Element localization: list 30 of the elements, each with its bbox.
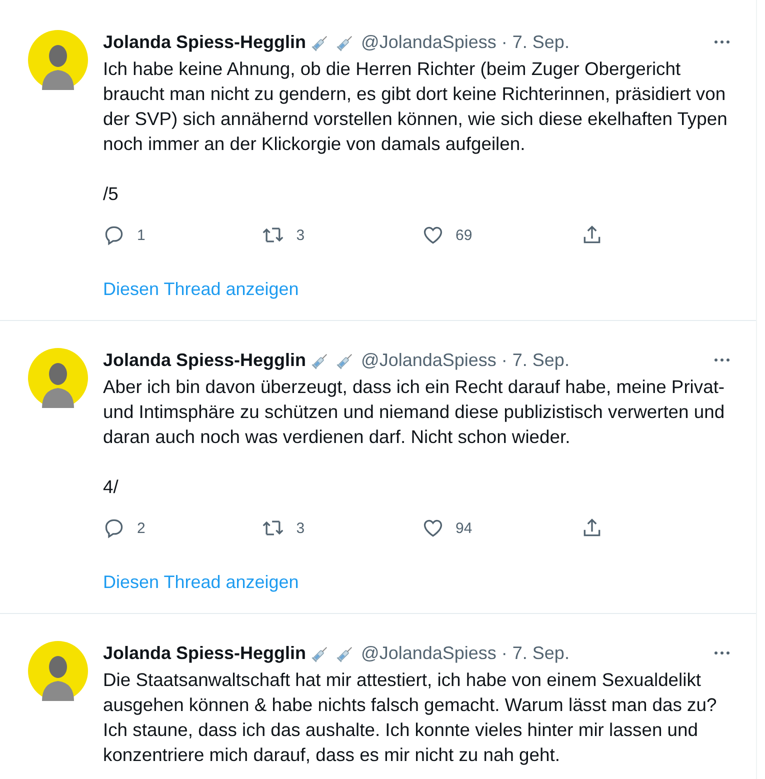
reply-icon[interactable]	[103, 224, 125, 246]
user-handle[interactable]: @JolandaSpiess	[361, 642, 496, 664]
tweet-date[interactable]: · 7. Sep.	[501, 642, 570, 664]
tweet-text: Die Staatsanwaltschaft hat mir attestiert, ich habe von einem Sexualdelikt ausgehen können & habe nichts falsch gemacht. Warum lässt man das zu? Ich staune, dass ich das aushalte. Ich konnte vieles hinter mir lassen und konzentriere mich darauf, dass es mir nicht zu nah geht.	[103, 668, 718, 767]
user-handle[interactable]: @JolandaSpiess	[361, 350, 496, 370]
reply-count: 1	[137, 226, 146, 244]
user-name[interactable]: Jolanda Spiess-Hegglin	[103, 642, 306, 664]
like-count: 94	[456, 520, 472, 536]
retweet-count: 3	[296, 520, 305, 536]
tweet-date[interactable]: · 7. Sep.	[501, 32, 570, 52]
avatar[interactable]	[28, 348, 88, 408]
tweet-text: 4/	[103, 475, 120, 499]
avatar[interactable]	[28, 30, 88, 90]
more-icon[interactable]	[714, 651, 730, 655]
reply-count: 2	[137, 520, 146, 536]
user-name[interactable]: Jolanda Spiess-Hegglin	[103, 32, 306, 52]
tweet-text: Aber ich bin davon überzeugt, dass ich ein Recht darauf habe, meine Privat- und Intimsphäre zu schützen und niemand diese publizistisch verwerten und daran auch noch was verdienen darf. Nicht schon wieder.	[103, 375, 726, 449]
avatar[interactable]	[28, 641, 88, 701]
more-icon[interactable]	[714, 358, 730, 362]
heart-icon[interactable]	[422, 224, 444, 246]
tweet-text: Ich habe keine Ahnung, ob die Herren Richter (beim Zuger Obergericht braucht man nicht zu gendern, es gibt dort keine Richterinnen, präsidiert von der SVP) sich annähernd vorstellen können, wie sich diese ekelhaften Typen noch immer an der Klickorgie von damals aufgeilen.	[103, 57, 728, 156]
heart-icon[interactable]	[422, 517, 444, 539]
tweet-text: /5	[103, 182, 120, 206]
like-count: 69	[456, 226, 472, 244]
user-handle[interactable]: @JolandaSpiess	[361, 32, 496, 52]
reply-icon[interactable]	[103, 517, 125, 539]
more-icon[interactable]	[714, 40, 730, 44]
retweet-count: 3	[296, 226, 305, 244]
user-name[interactable]: Jolanda Spiess-Hegglin	[103, 350, 306, 370]
tweet-date[interactable]: · 7. Sep.	[501, 350, 570, 370]
